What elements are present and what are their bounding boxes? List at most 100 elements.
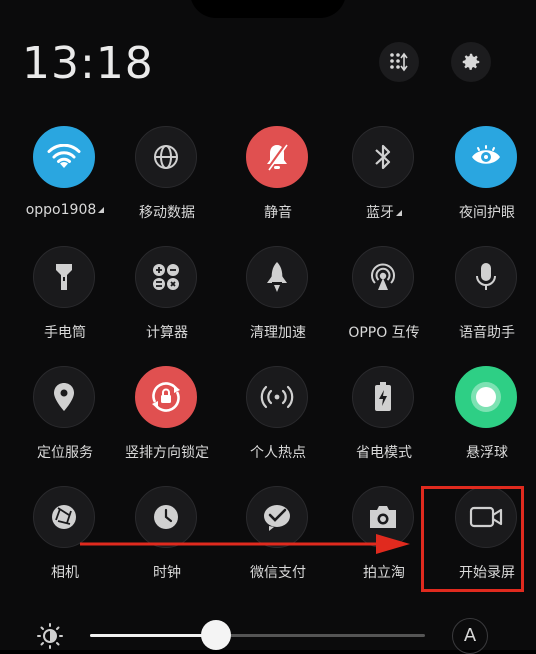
brightness-slider-track[interactable] (90, 634, 425, 637)
tile-toggle-button[interactable] (33, 366, 95, 428)
grid-edit-icon (390, 52, 408, 72)
tile-eye[interactable]: 夜间护眼 (434, 126, 536, 246)
wifi-icon (47, 144, 81, 170)
tile-label: 静音 (219, 202, 337, 222)
expand-arrow-icon (396, 210, 402, 216)
tile-label: oppo1908 (6, 202, 124, 218)
tile-label-text: 移动数据 (139, 205, 195, 221)
eye-icon (470, 145, 502, 169)
tile-toggle-button[interactable] (33, 246, 95, 308)
tile-label-text: 个人热点 (250, 445, 306, 461)
tile-share[interactable]: OPPO 互传 (331, 246, 437, 366)
tile-wifi[interactable]: oppo1908 (12, 126, 118, 246)
tile-calculator[interactable]: 计算器 (114, 246, 220, 366)
clock-time: 13:18 (22, 38, 154, 89)
expand-arrow-icon (98, 207, 105, 213)
microphone-icon (474, 261, 498, 293)
tile-toggle-button[interactable] (352, 246, 414, 308)
tile-label: 蓝牙 (325, 202, 443, 222)
tile-label-text: 手电筒 (44, 325, 86, 341)
tile-label-text: 夜间护眼 (459, 205, 515, 221)
rocket-icon (264, 261, 290, 293)
bluetooth-icon (371, 142, 395, 172)
tile-label-text: 省电模式 (356, 445, 412, 461)
tile-label-text: OPPO 互传 (348, 325, 420, 341)
hotspot-icon (260, 385, 294, 409)
tile-toggle-button[interactable] (246, 366, 308, 428)
wechat-pay-icon (261, 502, 293, 532)
gear-icon (462, 53, 480, 70)
tile-rotation-lock[interactable]: 竖排方向锁定 (114, 366, 220, 486)
camera-shutter-icon (49, 502, 79, 532)
tile-label-text: 悬浮球 (466, 445, 508, 461)
annotation-highlight-box (421, 486, 524, 592)
edit-tiles-button[interactable] (379, 42, 419, 82)
tile-flashlight[interactable]: 手电筒 (12, 246, 118, 366)
brightness-slider-handle[interactable] (200, 620, 231, 650)
tile-microphone[interactable]: 语音助手 (434, 246, 536, 366)
tile-toggle-button[interactable] (352, 366, 414, 428)
tile-label: 移动数据 (108, 202, 226, 222)
tile-toggle-button[interactable] (455, 246, 517, 308)
tile-label-text: 计算器 (146, 325, 188, 341)
tile-label: 微信支付 (219, 562, 337, 582)
display-notch (190, 0, 346, 18)
tile-label-text: 蓝牙 (366, 205, 394, 221)
tile-toggle-button[interactable] (352, 126, 414, 188)
tile-toggle-button[interactable] (135, 126, 197, 188)
tile-label-text: 清理加速 (250, 325, 306, 341)
tile-label: 语音助手 (428, 322, 536, 342)
tile-battery-saver[interactable]: 省电模式 (331, 366, 437, 486)
annotation-arrow (80, 534, 410, 554)
battery-saver-icon (373, 381, 393, 413)
tile-label-text: 相机 (51, 565, 79, 581)
tile-rocket[interactable]: 清理加速 (225, 246, 331, 366)
settings-button[interactable] (451, 42, 491, 82)
tile-label: 个人热点 (219, 442, 337, 462)
clock-icon (151, 502, 181, 532)
bell-off-icon (263, 142, 291, 172)
globe-icon (152, 143, 180, 171)
rotation-lock-icon (149, 380, 183, 414)
tile-label: 悬浮球 (428, 442, 536, 462)
tile-location-pin[interactable]: 定位服务 (12, 366, 118, 486)
calculator-icon (151, 262, 181, 292)
tile-toggle-button[interactable] (455, 366, 517, 428)
tile-label: 时钟 (108, 562, 226, 582)
tile-globe[interactable]: 移动数据 (114, 126, 220, 246)
tile-bluetooth[interactable]: 蓝牙 (331, 126, 437, 246)
tile-label-text: 竖排方向锁定 (125, 445, 209, 461)
tile-toggle-button[interactable] (135, 366, 197, 428)
tile-label-text: 定位服务 (37, 445, 93, 461)
tile-toggle-button[interactable] (33, 126, 95, 188)
tile-toggle-button[interactable] (135, 246, 197, 308)
tile-label-text: 静音 (264, 205, 292, 221)
tile-bell-off[interactable]: 静音 (225, 126, 331, 246)
tile-label-text: 时钟 (153, 565, 181, 581)
tile-label-text: 语音助手 (459, 325, 515, 341)
tile-label-text: oppo1908 (25, 202, 97, 218)
tile-toggle-button[interactable] (246, 246, 308, 308)
brightness-bar: A (0, 606, 536, 654)
share-icon (368, 262, 398, 292)
tile-toggle-button[interactable] (246, 126, 308, 188)
quick-settings-panel: 13:18 oppo1908 移动数据 静音 蓝牙 夜间护眼手电筒 计算器 清理加速 OPPO… (0, 0, 536, 654)
tile-label: 竖排方向锁定 (108, 442, 226, 462)
tile-label-text: 微信支付 (250, 565, 306, 581)
tile-label: 清理加速 (219, 322, 337, 342)
tile-floating-ball[interactable]: 悬浮球 (434, 366, 536, 486)
tile-label: 省电模式 (325, 442, 443, 462)
tile-label-text: 拍立淘 (363, 565, 405, 581)
camera-icon (367, 504, 399, 530)
flashlight-icon (54, 261, 74, 293)
tile-label: 夜间护眼 (428, 202, 536, 222)
location-pin-icon (52, 382, 76, 412)
auto-brightness-button[interactable]: A (452, 618, 488, 654)
brightness-icon (37, 623, 63, 649)
tile-label: 定位服务 (6, 442, 124, 462)
brightness-slider-fill (90, 634, 204, 637)
tile-label: 相机 (6, 562, 124, 582)
tile-toggle-button[interactable] (455, 126, 517, 188)
floating-ball-icon (468, 379, 504, 415)
tile-hotspot[interactable]: 个人热点 (225, 366, 331, 486)
